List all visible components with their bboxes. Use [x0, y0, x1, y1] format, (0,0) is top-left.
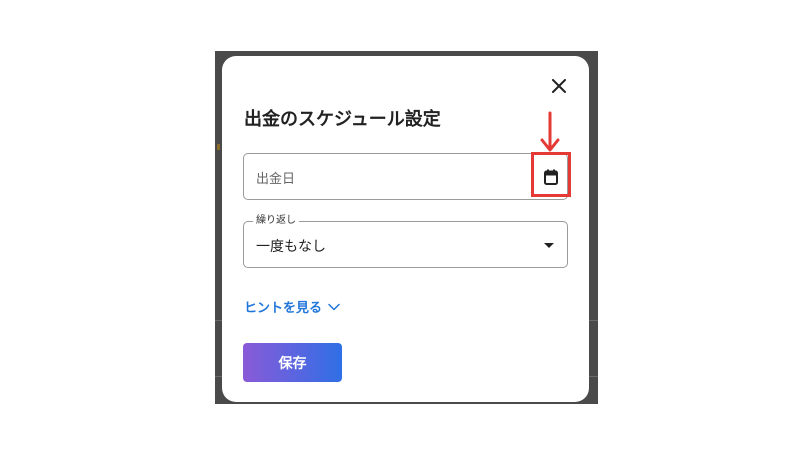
- repeat-label: 繰り返し: [253, 214, 299, 228]
- dialog-title: 出金のスケジュール設定: [244, 109, 441, 130]
- repeat-select[interactable]: 繰り返し 一度もなし: [243, 214, 568, 268]
- date-placeholder: 出金日: [256, 172, 296, 187]
- withdrawal-date-input[interactable]: 出金日: [243, 153, 568, 200]
- annotation-arrow: [540, 111, 560, 152]
- show-hints-label: ヒントを見る: [244, 301, 323, 316]
- save-button[interactable]: 保存: [243, 343, 342, 382]
- withdrawal-schedule-dialog: 出金のスケジュール設定 出金日 繰り返し 一度もなし ヒントを見る 保存: [222, 56, 589, 402]
- background-divider: [589, 376, 598, 377]
- close-icon: [552, 79, 566, 93]
- caret-down-icon: [544, 243, 554, 248]
- chevron-down-icon: [328, 303, 340, 310]
- annotation-highlight-box: [531, 152, 571, 197]
- background-divider: [589, 320, 598, 321]
- screen: 出金のスケジュール設定 出金日 繰り返し 一度もなし ヒントを見る 保存: [0, 0, 812, 457]
- background-marker: [217, 144, 220, 150]
- repeat-value: 一度もなし: [256, 239, 326, 255]
- close-button[interactable]: [547, 74, 571, 98]
- show-hints-link[interactable]: ヒントを見る: [244, 297, 340, 316]
